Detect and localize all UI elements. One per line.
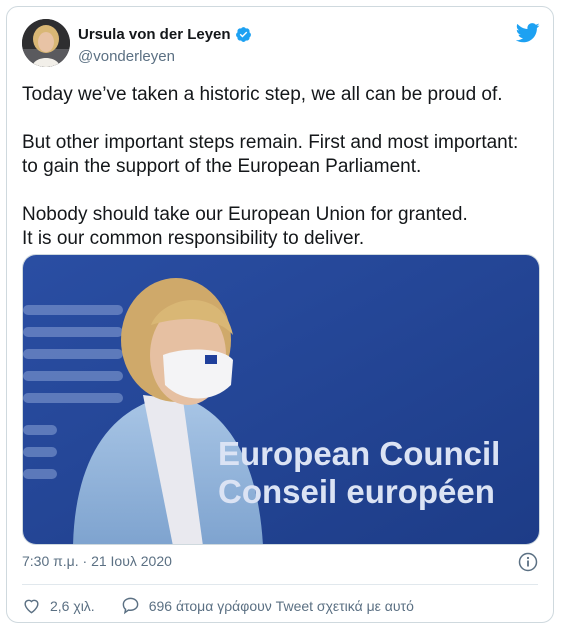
tweet-timestamp[interactable]: 7:30 π.μ. · 21 Ιουλ 2020 <box>22 553 172 569</box>
reply-icon <box>122 597 139 615</box>
tweet-actions: 2,6 χιλ. 696 άτομα γράφουν Tweet σχετικά… <box>22 596 414 615</box>
tweet-line: Today we’ve taken a historic step, we al… <box>22 84 503 105</box>
tweet-header: Ursula von der Leyen @vonderleyen <box>22 19 542 71</box>
author-name-row[interactable]: Ursula von der Leyen <box>78 26 252 43</box>
avatar[interactable] <box>22 19 70 67</box>
tweet-line: It is our common responsibility to deliv… <box>22 228 365 249</box>
reply-button[interactable]: 696 άτομα γράφουν Tweet σχετικά με αυτό <box>121 596 414 615</box>
author-name[interactable]: Ursula von der Leyen <box>78 26 231 43</box>
tweet-line: But other important steps remain. First … <box>22 132 519 153</box>
twitter-bird-icon[interactable] <box>516 23 540 43</box>
like-count: 2,6 χιλ. <box>50 597 95 614</box>
heart-icon <box>24 599 39 614</box>
tweet-text: Today we’ve taken a historic step, we al… <box>22 83 542 251</box>
divider <box>22 584 538 585</box>
reply-label: 696 άτομα γράφουν Tweet σχετικά με αυτό <box>148 597 414 614</box>
image-text-line1: European Council <box>218 435 500 472</box>
verified-badge-icon <box>235 27 251 42</box>
tweet-photo[interactable]: European Council Conseil européen <box>22 254 540 545</box>
tweet-line: Nobody should take our European Union fo… <box>22 204 468 225</box>
author-handle[interactable]: @vonderleyen <box>78 48 175 65</box>
image-text-line2: Conseil européen <box>218 473 495 510</box>
like-button[interactable]: 2,6 χιλ. <box>22 596 95 615</box>
info-icon[interactable] <box>518 552 538 572</box>
tweet-line: to gain the support of the European Parl… <box>22 156 422 177</box>
tweet-card: Ursula von der Leyen @vonderleyen Today … <box>6 6 554 623</box>
